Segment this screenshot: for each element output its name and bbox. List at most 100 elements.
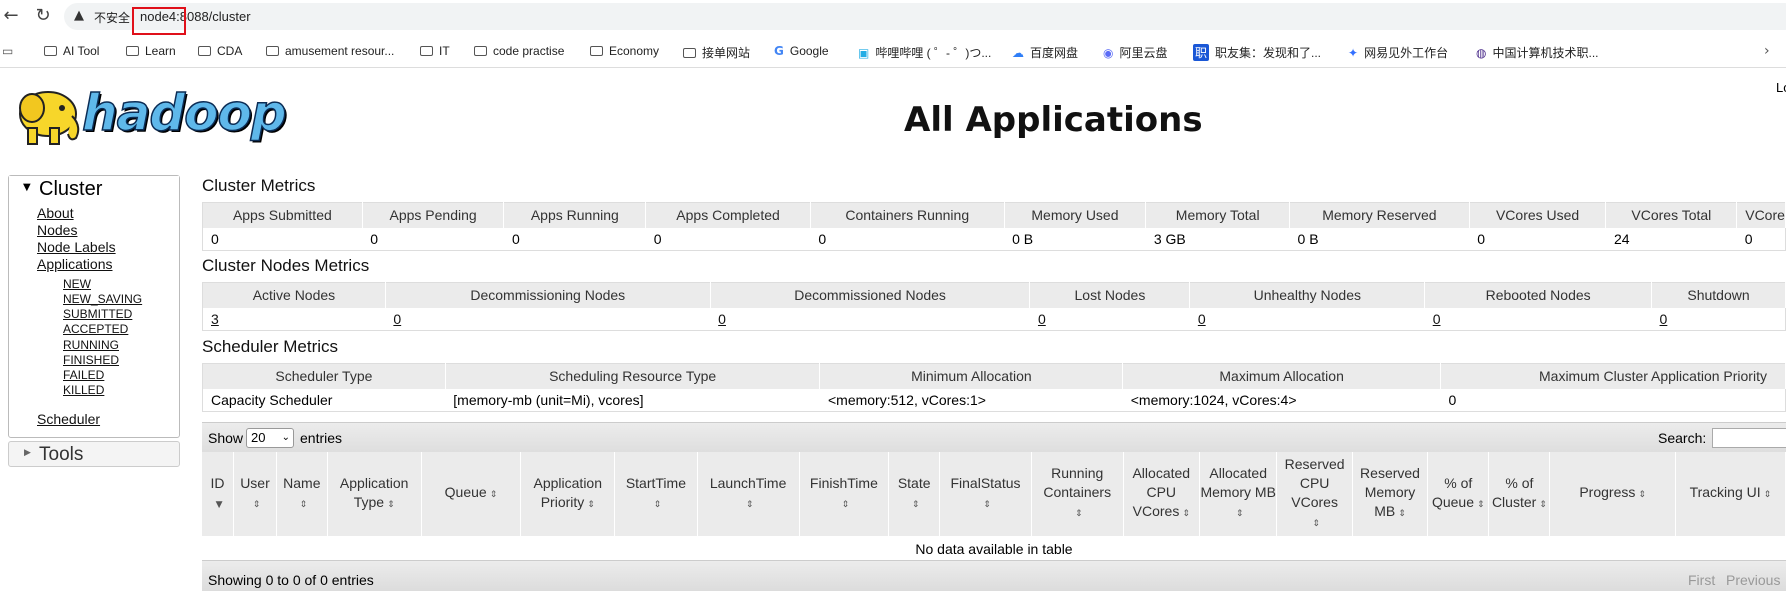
metric-value: 0 B bbox=[1289, 227, 1470, 251]
metric-value: 0 B bbox=[1004, 227, 1146, 251]
column-progress[interactable]: Progress ⇕ bbox=[1549, 452, 1676, 536]
bookmark-item[interactable]: ▣ 哔哩哔哩 ( ゜- ゜)つ... bbox=[858, 44, 991, 61]
nav-about[interactable]: About bbox=[37, 205, 74, 221]
nav-state-new-saving[interactable]: NEW_SAVING bbox=[63, 292, 142, 306]
column-allocated-cpu[interactable]: Allocated CPU VCores ⇕ bbox=[1123, 452, 1200, 536]
sort-icon: ⇕ bbox=[1477, 499, 1485, 510]
login-link[interactable]: Lo bbox=[1776, 80, 1786, 95]
nav-scheduler[interactable]: Scheduler bbox=[37, 411, 100, 427]
column-header: Apps Completed bbox=[645, 202, 811, 228]
bookmark-item[interactable]: ✦ 网易见外工作台 bbox=[1348, 44, 1448, 61]
bookmark-item[interactable]: Economy bbox=[590, 44, 659, 58]
column-application-priority[interactable]: Application Priority ⇕ bbox=[520, 452, 616, 536]
triangle-right-icon: ▶ bbox=[24, 448, 31, 458]
nav-node-labels[interactable]: Node Labels bbox=[37, 239, 116, 255]
column-finalstatus[interactable]: FinalStatus ⇕ bbox=[939, 452, 1032, 536]
nav-state-finished[interactable]: FINISHED bbox=[63, 353, 119, 367]
bookmark-item[interactable]: CDA bbox=[198, 44, 242, 58]
decommissioned-nodes-link[interactable]: 0 bbox=[718, 311, 726, 327]
lost-nodes-link[interactable]: 0 bbox=[1038, 311, 1046, 327]
column-reserved-cpu[interactable]: Reserved CPU VCores ⇕ bbox=[1276, 452, 1353, 536]
highlight-box bbox=[132, 7, 186, 35]
shutdown-nodes-link[interactable]: 0 bbox=[1660, 311, 1668, 327]
nav-state-running[interactable]: RUNNING bbox=[63, 338, 119, 352]
column-header: Memory Used bbox=[1004, 202, 1147, 228]
nav-state-submitted[interactable]: SUBMITTED bbox=[63, 307, 132, 321]
column-allocated-memory[interactable]: Allocated Memory MB ⇕ bbox=[1199, 452, 1278, 536]
column-application-type[interactable]: Application Type ⇕ bbox=[327, 452, 422, 536]
column-finishtime[interactable]: FinishTime ⇕ bbox=[799, 452, 890, 536]
sort-icon: ⇕ bbox=[299, 499, 308, 510]
rebooted-nodes-link[interactable]: 0 bbox=[1433, 311, 1441, 327]
bookmark-label: AI Tool bbox=[63, 44, 100, 58]
column-running-containers[interactable]: Running Containers ⇕ bbox=[1031, 452, 1124, 536]
cnki-icon: ◍ bbox=[1476, 46, 1487, 60]
column-queue[interactable]: Queue ⇕ bbox=[421, 452, 522, 536]
nav-state-failed[interactable]: FAILED bbox=[63, 368, 104, 382]
back-icon[interactable]: ← bbox=[0, 5, 22, 27]
column-label: Application Type bbox=[339, 474, 409, 510]
column-launchtime[interactable]: LaunchTime ⇕ bbox=[697, 452, 800, 536]
column-label: ID bbox=[210, 474, 225, 491]
bookmark-item[interactable]: amusement resour... bbox=[266, 44, 394, 58]
bookmark-label: 网易见外工作台 bbox=[1364, 46, 1449, 60]
column-header: Apps Running bbox=[503, 202, 647, 228]
nav-nodes[interactable]: Nodes bbox=[37, 222, 77, 238]
chevron-right-icon[interactable]: › bbox=[1764, 43, 1770, 59]
nav-state-accepted[interactable]: ACCEPTED bbox=[63, 322, 128, 336]
nav-state-killed[interactable]: KILLED bbox=[63, 383, 104, 397]
address-bar[interactable]: ▲ 不安全 node4:8088/cluster bbox=[64, 3, 1786, 30]
bookmark-item[interactable]: Learn bbox=[126, 44, 176, 58]
bookmark-item[interactable]: ☁ 百度网盘 bbox=[1012, 44, 1078, 61]
cluster-metrics-title: Cluster Metrics bbox=[202, 176, 316, 195]
column-header: Minimum Allocation bbox=[819, 363, 1124, 389]
column-header: Maximum Allocation bbox=[1122, 363, 1441, 389]
bookmark-label: 阿里云盘 bbox=[1119, 46, 1168, 60]
pagination-previous[interactable]: Previous bbox=[1726, 572, 1780, 588]
search-input[interactable] bbox=[1712, 428, 1786, 448]
bookmark-item[interactable]: IT bbox=[420, 44, 450, 58]
applications-table: ID ▼ User ⇕ Name ⇕ Application Type ⇕ Queue ⇕… bbox=[202, 452, 1786, 536]
bookmark-item[interactable]: ◉ 阿里云盘 bbox=[1103, 44, 1168, 61]
bookmark-item[interactable]: 接单网站 bbox=[683, 44, 750, 61]
decommissioning-nodes-link[interactable]: 0 bbox=[393, 311, 401, 327]
folder-icon bbox=[44, 46, 57, 56]
bookmarks-menu-icon[interactable]: ▭ bbox=[2, 44, 19, 58]
column-id[interactable]: ID ▼ bbox=[202, 452, 235, 536]
sort-icon: ⇕ bbox=[1182, 509, 1190, 519]
pagination-first[interactable]: First bbox=[1688, 572, 1715, 588]
scheduler-value: 0 bbox=[1440, 388, 1786, 412]
unhealthy-nodes-link[interactable]: 0 bbox=[1198, 311, 1206, 327]
bookmark-label: 接单网站 bbox=[702, 46, 751, 60]
reload-icon[interactable]: ↻ bbox=[32, 5, 54, 27]
column-percent-cluster[interactable]: % of Cluster ⇕ bbox=[1488, 452, 1551, 536]
page-size-select[interactable]: 20 ⌄ bbox=[246, 428, 294, 448]
sidebar-tools-panel[interactable]: ▶ Tools bbox=[8, 441, 180, 467]
column-percent-queue[interactable]: % of Queue ⇕ bbox=[1427, 452, 1490, 536]
column-label: FinalStatus bbox=[950, 474, 1021, 491]
column-header: Memory Reserved bbox=[1289, 202, 1470, 228]
column-state[interactable]: State ⇕ bbox=[888, 452, 941, 536]
column-header: VCore bbox=[1736, 202, 1786, 228]
bookmark-item[interactable]: ◍ 中国计算机技术职... bbox=[1476, 44, 1599, 61]
column-header: Memory Total bbox=[1145, 202, 1291, 228]
bookmark-item[interactable]: code practise bbox=[474, 44, 564, 58]
metric-value: 0 bbox=[645, 227, 811, 251]
column-name[interactable]: Name ⇕ bbox=[276, 452, 328, 536]
column-tracking-ui[interactable]: Tracking UI ⇕ bbox=[1675, 452, 1786, 536]
nav-state-new[interactable]: NEW bbox=[63, 277, 91, 291]
bookmark-item[interactable]: G Google bbox=[774, 44, 829, 58]
column-starttime[interactable]: StartTime ⇕ bbox=[614, 452, 698, 536]
column-reserved-memory[interactable]: Reserved Memory MB ⇕ bbox=[1352, 452, 1429, 536]
security-warning: 不安全 bbox=[94, 11, 131, 25]
column-user[interactable]: User ⇕ bbox=[233, 452, 277, 536]
column-header: VCores Total bbox=[1605, 202, 1738, 228]
column-label: User bbox=[240, 474, 270, 491]
folder-icon bbox=[683, 48, 696, 58]
active-nodes-link[interactable]: 3 bbox=[211, 311, 219, 327]
scheduler-value: <memory:1024, vCores:4> bbox=[1122, 388, 1441, 412]
cluster-header[interactable]: ▼ Cluster bbox=[9, 176, 179, 200]
bookmark-item[interactable]: AI Tool bbox=[44, 44, 99, 58]
bookmark-item[interactable]: 职职友集：发现和了... bbox=[1193, 44, 1321, 61]
nav-applications[interactable]: Applications bbox=[37, 256, 113, 272]
